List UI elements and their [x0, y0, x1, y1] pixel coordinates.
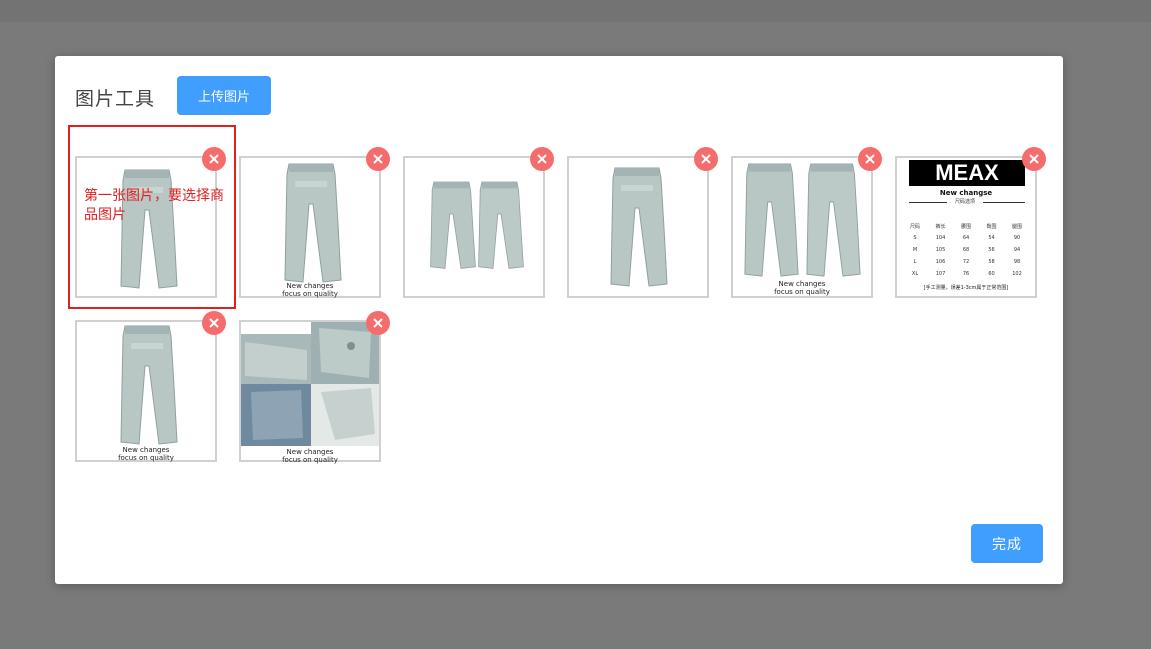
jeans-collage-image	[241, 322, 379, 446]
table-cell: 106	[935, 259, 946, 265]
image-caption: New changes	[778, 280, 826, 288]
image-thumb-3[interactable]	[403, 147, 554, 298]
delete-image-button[interactable]	[202, 311, 226, 335]
top-overlay-band	[0, 0, 1151, 22]
table-header-cell: 臀围	[986, 223, 997, 230]
table-cell: M	[912, 247, 918, 253]
image-caption: focus on quality	[118, 454, 174, 462]
close-icon	[537, 154, 547, 164]
delete-image-button[interactable]	[366, 311, 390, 335]
table-cell: 68	[962, 247, 970, 253]
table-cell: L	[913, 259, 917, 265]
delete-image-button[interactable]	[530, 147, 554, 171]
table-row: M 105 68 56 94	[905, 244, 1027, 256]
table-row: S 104 64 54 90	[905, 232, 1027, 244]
table-row: XL 107 76 60 102	[905, 268, 1027, 280]
table-cell: 72	[962, 259, 970, 265]
table-cell: 60	[988, 271, 995, 277]
image-caption: New changes	[286, 448, 334, 456]
image-thumb-4[interactable]	[567, 147, 718, 298]
delete-image-button[interactable]	[694, 147, 718, 171]
jeans-image	[430, 181, 524, 269]
upload-image-button[interactable]: 上传图片	[177, 76, 271, 115]
delete-image-button[interactable]	[858, 147, 882, 171]
image-thumb-2[interactable]: New changes focus on quality	[239, 147, 390, 298]
table-cell: XL	[911, 271, 919, 277]
close-icon	[1029, 154, 1039, 164]
image-caption: focus on quality	[282, 456, 338, 464]
table-cell: 94	[1013, 247, 1021, 253]
table-cell: 90	[1013, 235, 1021, 241]
table-header-cell: 尺码	[909, 223, 920, 230]
image-thumb-6[interactable]: MEAX New changse 尺码选项 尺码 裤长 腰围 臀围 腿围 S 1…	[895, 147, 1046, 298]
table-cell: 54	[988, 235, 995, 241]
jeans-image	[610, 167, 668, 287]
image-thumb-5[interactable]: New changes focus on quality	[731, 147, 882, 298]
table-cell: 56	[988, 247, 995, 253]
table-cell: 104	[935, 235, 946, 241]
dialog-title: 图片工具	[75, 88, 156, 110]
table-cell: 76	[962, 271, 970, 277]
table-header-cell: 裤长	[935, 223, 946, 230]
jeans-image	[744, 163, 861, 277]
table-cell: 107	[935, 271, 946, 277]
close-icon	[865, 154, 875, 164]
size-chart-subtitle: New changse	[939, 189, 993, 197]
image-caption: focus on quality	[774, 288, 830, 296]
delete-image-button[interactable]	[1022, 147, 1046, 171]
image-thumb-7[interactable]: New changes focus on quality	[75, 311, 226, 462]
jeans-image	[284, 163, 342, 283]
close-icon	[373, 318, 383, 328]
table-cell: 102	[1012, 271, 1022, 277]
annotation-text: 第一张图片，要选择商品图片	[84, 188, 224, 223]
size-chart-brand: MEAX	[909, 160, 1025, 186]
size-chart-table: 尺码 裤长 腰围 臀围 腿围 S 104 64 54 90 M 105 68 5…	[905, 220, 1027, 280]
table-cell: S	[913, 235, 917, 241]
image-thumb-8[interactable]: New changes focus on quality	[239, 311, 390, 464]
table-header-row: 尺码 裤长 腰围 臀围 腿围	[905, 220, 1027, 232]
table-header-cell: 腰围	[960, 223, 971, 230]
image-caption: New changes	[286, 282, 334, 290]
close-icon	[209, 318, 219, 328]
table-row: L 106 72 58 98	[905, 256, 1027, 268]
image-caption: focus on quality	[282, 290, 338, 298]
size-chart-note: [手工测量，误差1-3cm属于正常范围]	[923, 285, 1009, 291]
delete-image-button[interactable]	[366, 147, 390, 171]
table-cell: 58	[988, 259, 995, 265]
close-icon	[701, 154, 711, 164]
table-header-cell: 腿围	[1011, 223, 1022, 230]
table-cell: 64	[962, 235, 970, 241]
size-chart-option-label: 尺码选项	[947, 198, 983, 205]
jeans-image	[120, 325, 178, 445]
table-cell: 105	[935, 247, 946, 253]
table-cell: 98	[1013, 259, 1021, 265]
image-caption: New changes	[122, 446, 170, 454]
close-icon	[373, 154, 383, 164]
done-button[interactable]: 完成	[971, 524, 1043, 563]
